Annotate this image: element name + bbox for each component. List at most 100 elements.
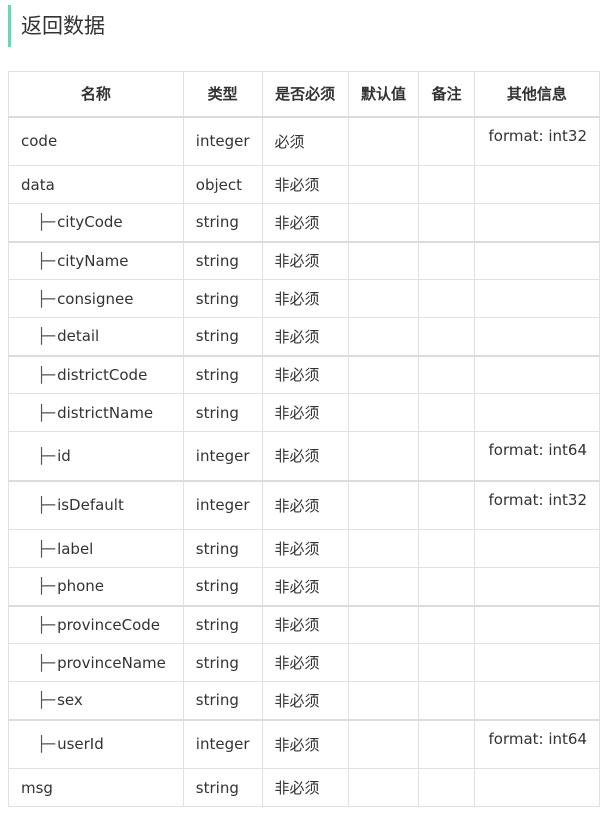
field-default — [347, 279, 420, 318]
field-name: provinceName — [57, 653, 166, 672]
field-note — [418, 354, 475, 394]
tree-branch-icon: ├─ — [37, 653, 56, 672]
field-name: consignee — [57, 289, 134, 308]
field-other-info — [473, 203, 601, 242]
tree-branch-icon: ├─ — [37, 539, 56, 558]
field-type: string — [182, 240, 263, 280]
field-required: 非必须 — [261, 604, 349, 644]
tree-branch-icon: ├─ — [37, 289, 56, 308]
field-note — [418, 768, 475, 807]
field-name-cell: ├─ cityCode — [8, 203, 184, 242]
field-other-info — [473, 768, 601, 807]
field-name: id — [57, 446, 71, 465]
field-default — [347, 604, 420, 644]
header-type: 类型 — [182, 71, 263, 117]
field-default — [347, 165, 420, 204]
field-type: integer — [182, 479, 263, 530]
field-name-cell: code — [8, 115, 184, 166]
field-default — [347, 479, 420, 530]
field-note — [418, 567, 475, 606]
field-required: 非必须 — [261, 203, 349, 242]
field-note — [418, 529, 475, 568]
field-type: string — [182, 279, 263, 318]
field-type: string — [182, 354, 263, 394]
field-note — [418, 317, 475, 356]
field-default — [347, 768, 420, 807]
field-name-cell: ├─ label — [8, 529, 184, 568]
field-name-cell: ├─ provinceCode — [8, 604, 184, 644]
field-name: msg — [21, 778, 53, 797]
field-name-cell: ├─ consignee — [8, 279, 184, 318]
field-note — [418, 431, 475, 481]
field-other-info — [473, 567, 601, 606]
table-row: ├─ provinceCode string 非必须 — [8, 604, 601, 644]
field-name: phone — [57, 577, 105, 596]
field-name: code — [21, 132, 58, 151]
field-type: string — [182, 567, 263, 606]
field-name-cell: ├─ isDefault — [8, 479, 184, 530]
field-default — [347, 643, 420, 682]
field-name: detail — [57, 327, 100, 346]
field-other-info — [473, 279, 601, 318]
field-name-cell: data — [8, 165, 184, 204]
field-default — [347, 317, 420, 356]
field-type: string — [182, 604, 263, 644]
field-name-cell: ├─ userId — [8, 718, 184, 769]
field-other-info — [473, 643, 601, 682]
tree-branch-icon: ├─ — [37, 251, 56, 270]
field-name: provinceCode — [57, 615, 161, 634]
field-required: 非必须 — [261, 317, 349, 356]
field-name: label — [57, 539, 94, 558]
tree-branch-icon: ├─ — [37, 577, 56, 596]
field-required: 非必须 — [261, 567, 349, 606]
table-row: ├─ detail string 非必须 — [8, 317, 601, 356]
field-default — [347, 115, 420, 166]
table-row: ├─ consignee string 非必须 — [8, 279, 601, 318]
field-required: 非必须 — [261, 718, 349, 769]
field-other-info — [473, 529, 601, 568]
header-required: 是否必须 — [261, 71, 349, 117]
field-note — [418, 240, 475, 280]
field-other-info: format: int32 — [473, 479, 601, 530]
field-default — [347, 354, 420, 394]
table-row: msg string 非必须 — [8, 768, 601, 807]
field-name: districtName — [57, 403, 154, 422]
field-name: data — [21, 175, 55, 194]
field-name: districtCode — [57, 365, 148, 384]
field-type: integer — [182, 718, 263, 769]
field-required: 非必须 — [261, 279, 349, 318]
table-row: data object 非必须 — [8, 165, 601, 204]
tree-branch-icon: ├─ — [37, 327, 56, 346]
field-name-cell: ├─ id — [8, 431, 184, 481]
field-name: isDefault — [57, 496, 124, 515]
field-other-info — [473, 393, 601, 432]
field-type: string — [182, 393, 263, 432]
tree-branch-icon: ├─ — [37, 213, 56, 232]
tree-branch-icon: ├─ — [37, 735, 56, 754]
field-required: 非必须 — [261, 240, 349, 280]
field-type: string — [182, 529, 263, 568]
field-type: string — [182, 317, 263, 356]
field-name-cell: ├─ districtName — [8, 393, 184, 432]
field-name-cell: ├─ provinceName — [8, 643, 184, 682]
response-fields-table: 名称 类型 是否必须 默认值 备注 其他信息 code integer 必须 form… — [8, 71, 601, 807]
field-required: 非必须 — [261, 681, 349, 720]
field-name-cell: ├─ cityName — [8, 240, 184, 280]
tree-branch-icon: ├─ — [37, 446, 56, 465]
field-name-cell: ├─ sex — [8, 681, 184, 720]
table-row: ├─ sex string 非必须 — [8, 681, 601, 720]
field-name-cell: msg — [8, 768, 184, 807]
table-body: code integer 必须 format: int32 data object 非必须 ├… — [8, 115, 601, 807]
field-name: sex — [57, 691, 83, 710]
field-other-info: format: int32 — [473, 115, 601, 166]
field-note — [418, 718, 475, 769]
field-name: cityName — [57, 251, 129, 270]
field-required: 非必须 — [261, 165, 349, 204]
field-note — [418, 604, 475, 644]
field-name: cityCode — [57, 213, 123, 232]
section-title: 返回数据 — [8, 5, 598, 47]
header-name: 名称 — [8, 71, 184, 117]
field-required: 非必须 — [261, 479, 349, 530]
field-note — [418, 165, 475, 204]
field-type: object — [182, 165, 263, 204]
